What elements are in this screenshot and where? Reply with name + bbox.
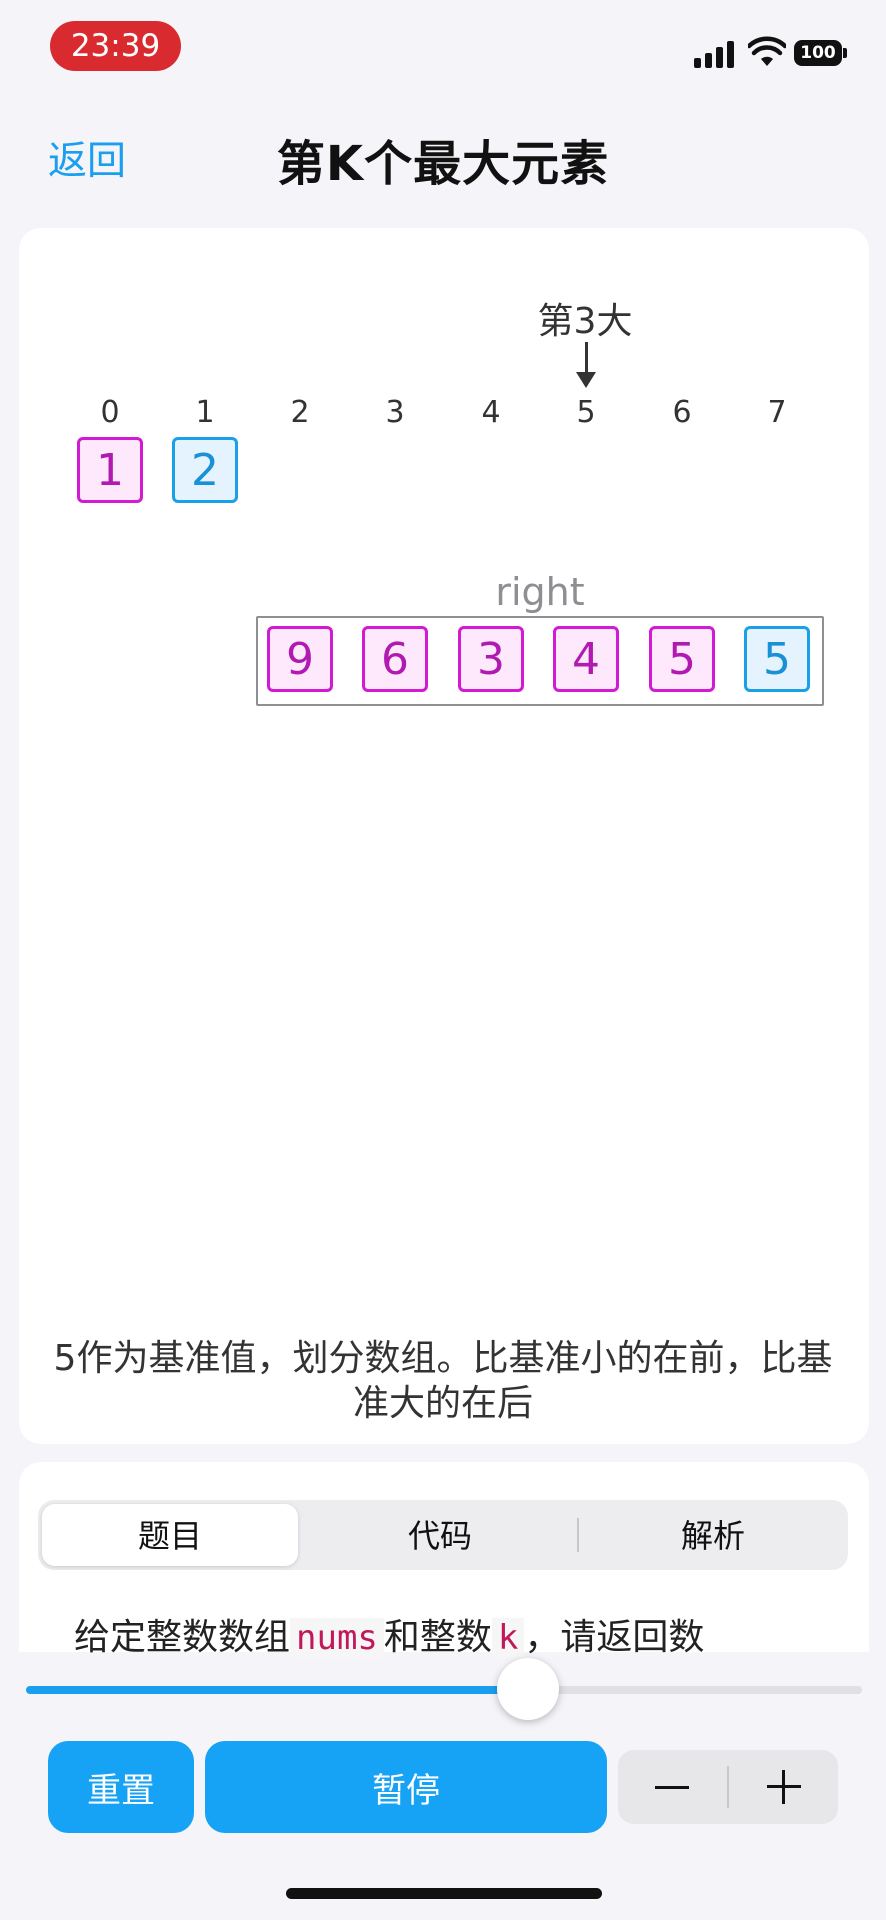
kth-annotation-label: 第3大: [537, 301, 633, 342]
segment-divider: [577, 1518, 579, 1552]
partition-cell: 9: [267, 626, 333, 692]
arrow-head: [576, 372, 596, 388]
stepper-divider: [727, 1766, 729, 1808]
array-cell: 1: [77, 437, 143, 503]
partition-right-label: right: [495, 570, 585, 614]
increase-button[interactable]: [730, 1750, 838, 1824]
code-nums: nums: [290, 1618, 384, 1658]
down-arrow-icon: [585, 342, 588, 374]
wifi-icon: [748, 36, 786, 66]
partition-cell: 5: [649, 626, 715, 692]
reset-button[interactable]: 重置: [48, 1741, 194, 1833]
tab-problem[interactable]: 题目: [42, 1512, 298, 1560]
battery-icon: 100: [794, 40, 842, 66]
index-label: 4: [481, 395, 501, 430]
problem-description: 给定整数数组 nums 和整数 k ，请返回数: [74, 1608, 704, 1660]
progress-slider-fill: [26, 1686, 528, 1694]
description-text: 给定整数数组: [74, 1617, 291, 1658]
index-label: 2: [290, 395, 310, 430]
index-label: 5: [576, 395, 596, 430]
cellular-signal-icon: [694, 40, 736, 68]
plus-icon: [730, 1750, 838, 1824]
index-label: 6: [672, 395, 692, 430]
pause-button[interactable]: 暂停: [205, 1741, 607, 1833]
minus-icon: [655, 1785, 689, 1789]
partition-box: [256, 616, 824, 706]
description-text: 和整数: [383, 1617, 492, 1658]
page-title: 第K个最大元素: [276, 136, 610, 192]
step-caption: 5作为基准值，划分数组。比基准小的在前，比基准大的在后: [53, 1338, 833, 1424]
home-indicator: [286, 1888, 602, 1899]
array-cell: 2: [172, 437, 238, 503]
tab-analysis[interactable]: 解析: [582, 1512, 844, 1560]
partition-cell: 5: [744, 626, 810, 692]
visualization-card: [19, 228, 869, 1444]
battery-cap: [843, 48, 847, 58]
decrease-button[interactable]: [618, 1750, 726, 1824]
code-k: k: [491, 1618, 525, 1658]
progress-slider-thumb[interactable]: [497, 1658, 559, 1720]
partition-cell: 4: [553, 626, 619, 692]
index-label: 0: [100, 395, 120, 430]
index-label: 1: [195, 395, 215, 430]
index-label: 7: [767, 395, 787, 430]
index-label: 3: [385, 395, 405, 430]
description-text: ，请返回数: [524, 1617, 705, 1658]
status-time: 23:39: [50, 21, 181, 71]
tab-code[interactable]: 代码: [306, 1512, 574, 1560]
partition-cell: 6: [362, 626, 428, 692]
partition-cell: 3: [458, 626, 524, 692]
